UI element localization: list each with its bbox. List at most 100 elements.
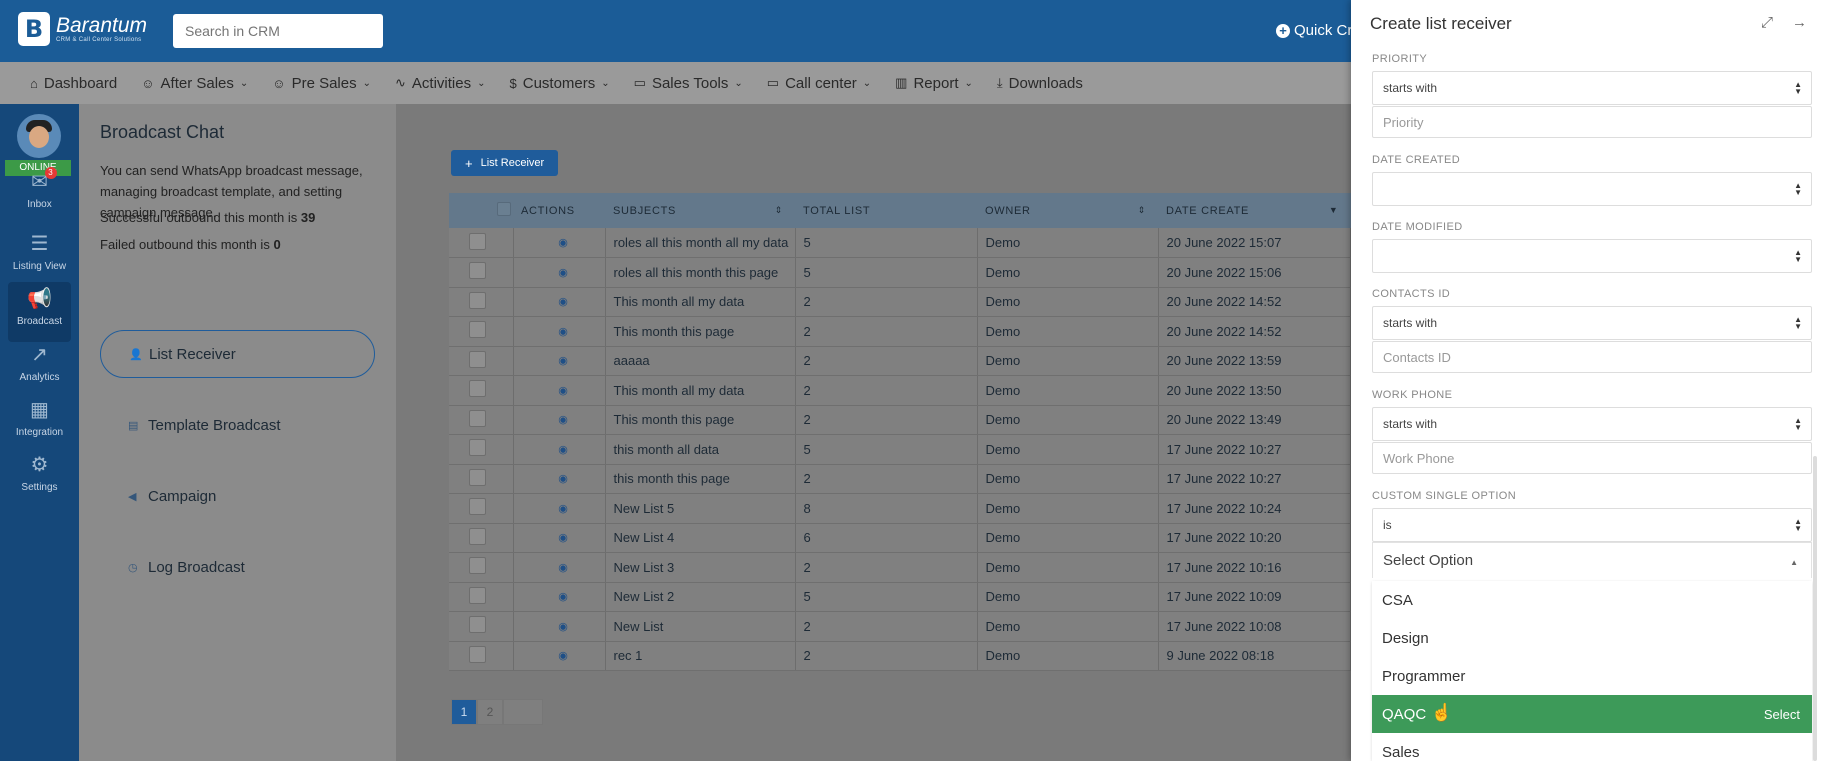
work-phone-input[interactable]: Work Phone — [1372, 442, 1812, 474]
nav-item-pre-sales[interactable]: ☺ Pre Sales ⌄ — [272, 75, 371, 92]
menu-item-template-broadcast[interactable]: ▤ Template Broadcast — [100, 401, 375, 449]
view-eye-icon[interactable]: ◉ — [513, 346, 606, 376]
table-row[interactable]: ◉ this month this page 2 Demo 17 June 2022 1… — [449, 464, 1351, 494]
custom-option-operator-select[interactable]: is ▲ ▼ — [1372, 508, 1812, 542]
row-checkbox[interactable] — [469, 380, 486, 398]
sidebar-item-integration[interactable]: ▦ Integration — [0, 393, 79, 453]
row-checkbox[interactable] — [469, 409, 486, 427]
table-row[interactable]: ◉ This month this page 2 Demo 20 June 2022 1… — [449, 316, 1351, 347]
sidebar-item-settings[interactable]: ⚙ Settings — [0, 448, 79, 508]
menu-item-campaign[interactable]: ◀ Campaign — [100, 472, 375, 520]
table-row[interactable]: ◉ roles all this month all my data 5 Demo 20… — [449, 228, 1351, 258]
option-design[interactable]: Design — [1372, 619, 1812, 657]
view-eye-icon[interactable]: ◉ — [513, 405, 606, 435]
nav-item-customers[interactable]: $ Customers ⌄ — [510, 75, 610, 92]
option-sales[interactable]: Sales — [1372, 733, 1812, 761]
sidebar-item-analytics[interactable]: ↗ Analytics — [0, 338, 79, 398]
view-eye-icon[interactable]: ◉ — [513, 434, 606, 465]
date-modified-select[interactable]: ▲ ▼ — [1372, 239, 1812, 273]
sidebar-item-listing-view[interactable]: ☰ Listing View — [0, 227, 79, 287]
nav-item-downloads[interactable]: ⤓ Downloads — [997, 75, 1083, 92]
view-eye-icon[interactable]: ◉ — [513, 228, 606, 258]
table-row[interactable]: ◉ New List 4 6 Demo 17 June 2022 10:20 — [449, 523, 1351, 553]
nav-item-activities[interactable]: ∿ Activities ⌄ — [395, 75, 485, 92]
sidebar-item-inbox[interactable]: ✉ 3 Inbox — [0, 165, 79, 225]
priority-operator-select[interactable]: starts with ▲ ▼ — [1372, 71, 1812, 105]
table-row[interactable]: ◉ New List 5 8 Demo 17 June 2022 10:24 — [449, 493, 1351, 524]
table-row[interactable]: ◉ This month all my data 2 Demo 20 June 2022… — [449, 287, 1351, 317]
contacts-id-input[interactable]: Contacts ID — [1372, 341, 1812, 373]
custom-option-multiselect[interactable]: Select Option ▲ — [1372, 542, 1812, 578]
drawer-scrollbar[interactable] — [1813, 456, 1817, 761]
row-checkbox[interactable] — [469, 498, 486, 516]
calendar-icon: ▤ — [128, 419, 139, 432]
view-eye-icon[interactable]: ◉ — [513, 316, 606, 347]
expand-icon[interactable]: ⤢ — [1761, 14, 1773, 31]
nav-item-dashboard[interactable]: ⌂ Dashboard — [30, 75, 117, 92]
sort-icon[interactable]: ⇕ — [775, 205, 783, 216]
work-phone-operator-select[interactable]: starts with ▲ ▼ — [1372, 407, 1812, 441]
select-all-checkbox[interactable] — [497, 202, 511, 216]
table-row[interactable]: ◉ this month all data 5 Demo 17 June 2022 10… — [449, 434, 1351, 465]
close-drawer-icon[interactable]: → — [1792, 14, 1807, 31]
option-csa[interactable]: CSA — [1372, 581, 1812, 619]
row-checkbox[interactable] — [469, 616, 486, 634]
page-1-button[interactable]: 1 — [451, 699, 477, 725]
select-all-header[interactable] — [449, 193, 513, 228]
col-date-create[interactable]: DATE CREATE ▼ — [1158, 193, 1351, 228]
table-row[interactable]: ◉ roles all this month this page 5 Demo 20 J… — [449, 257, 1351, 288]
table-row[interactable]: ◉ aaaaa 2 Demo 20 June 2022 13:59 — [449, 346, 1351, 376]
row-checkbox[interactable] — [469, 350, 486, 368]
col-subjects[interactable]: SUBJECTS ⇕ — [605, 193, 795, 228]
view-eye-icon[interactable]: ◉ — [513, 611, 606, 642]
select-arrows-icon: ▲ ▼ — [1794, 517, 1802, 533]
row-checkbox[interactable] — [469, 557, 486, 575]
quick-create-button[interactable]: + Quick Cr — [1276, 22, 1352, 39]
view-eye-icon[interactable]: ◉ — [513, 375, 606, 406]
view-eye-icon[interactable]: ◉ — [513, 287, 606, 317]
success-stat: Successful outbound this month is 39 — [100, 210, 316, 225]
sidebar-item-broadcast[interactable]: 📢 Broadcast — [8, 282, 71, 342]
page-2-button[interactable]: 2 — [477, 699, 503, 725]
brand-logo[interactable]: B Barantum CRM & Call Center Solutions — [18, 12, 147, 46]
col-owner[interactable]: OWNER ⇕ — [977, 193, 1158, 228]
add-list-receiver-button[interactable]: + List Receiver — [451, 150, 559, 176]
nav-item-call-center[interactable]: ▭ Call center ⌄ — [767, 75, 871, 92]
row-checkbox[interactable] — [469, 645, 486, 663]
cell-total-list: 2 — [795, 316, 978, 347]
contacts-id-operator-select[interactable]: starts with ▲ ▼ — [1372, 306, 1812, 340]
nav-item-report[interactable]: ▥ Report ⌄ — [895, 75, 973, 92]
view-eye-icon[interactable]: ◉ — [513, 257, 606, 288]
table-row[interactable]: ◉ New List 3 2 Demo 17 June 2022 10:16 — [449, 552, 1351, 583]
view-eye-icon[interactable]: ◉ — [513, 464, 606, 494]
row-checkbox[interactable] — [469, 291, 486, 309]
sort-desc-icon[interactable]: ▼ — [1329, 205, 1339, 215]
row-checkbox[interactable] — [469, 262, 486, 280]
avatar[interactable] — [17, 114, 61, 158]
table-row[interactable]: ◉ This month this page 2 Demo 20 June 2022 1… — [449, 405, 1351, 435]
view-eye-icon[interactable]: ◉ — [513, 582, 606, 612]
view-eye-icon[interactable]: ◉ — [513, 523, 606, 553]
date-created-select[interactable]: ▲ ▼ — [1372, 172, 1812, 206]
row-checkbox[interactable] — [469, 468, 486, 486]
option-programmer[interactable]: Programmer — [1372, 657, 1812, 695]
priority-input[interactable]: Priority — [1372, 106, 1812, 138]
view-eye-icon[interactable]: ◉ — [513, 552, 606, 583]
table-row[interactable]: ◉ New List 2 5 Demo 17 June 2022 10:09 — [449, 582, 1351, 612]
row-checkbox[interactable] — [469, 439, 486, 457]
menu-item-list-receiver[interactable]: 👤 List Receiver — [100, 330, 375, 378]
row-checkbox[interactable] — [469, 232, 486, 250]
row-checkbox[interactable] — [469, 321, 486, 339]
menu-item-log-broadcast[interactable]: ◷ Log Broadcast — [100, 543, 375, 591]
sort-icon[interactable]: ⇕ — [1138, 205, 1146, 216]
view-eye-icon[interactable]: ◉ — [513, 641, 606, 671]
nav-item-after-sales[interactable]: ☺ After Sales ⌄ — [141, 75, 248, 92]
view-eye-icon[interactable]: ◉ — [513, 493, 606, 524]
table-row[interactable]: ◉ This month all my data 2 Demo 20 June 2022… — [449, 375, 1351, 406]
table-row[interactable]: ◉ New List 2 Demo 17 June 2022 10:08 — [449, 611, 1351, 642]
nav-item-sales-tools[interactable]: ▭ Sales Tools ⌄ — [634, 75, 743, 92]
table-row[interactable]: ◉ rec 1 2 Demo 9 June 2022 08:18 — [449, 641, 1351, 671]
row-checkbox[interactable] — [469, 586, 486, 604]
crm-search-input[interactable] — [173, 14, 383, 48]
row-checkbox[interactable] — [469, 527, 486, 545]
